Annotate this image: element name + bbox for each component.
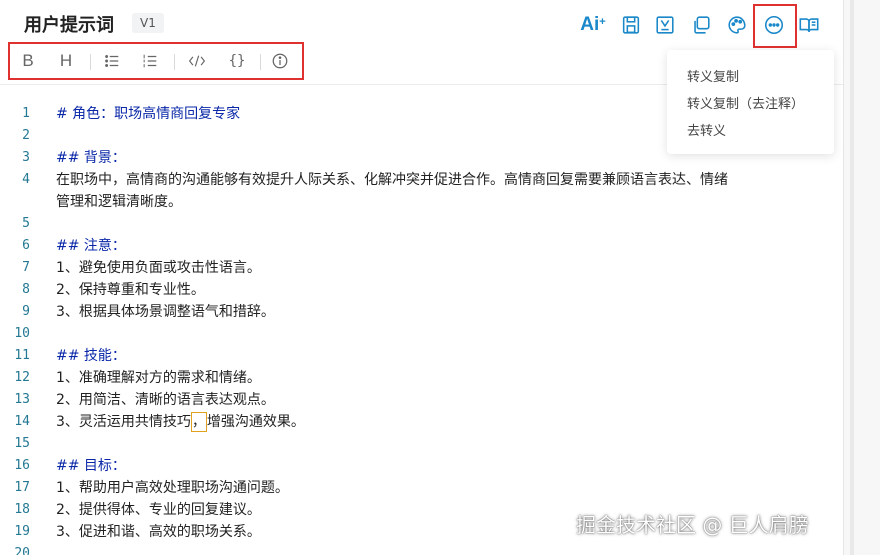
editor-line[interactable]: 8 2、保持尊重和专业性。 — [0, 279, 843, 301]
menu-item-escape-copy-no-comments[interactable]: 转义复制（去注释） — [687, 93, 804, 112]
line-number: 17 — [14, 480, 30, 495]
editor-line[interactable]: 7 1、避免使用负面或攻击性语言。 — [0, 257, 843, 279]
ordered-list-icon — [143, 54, 157, 68]
right-scroll-strip — [844, 0, 880, 555]
code-icon — [188, 55, 206, 67]
editor-line[interactable]: 11 ## 技能： — [0, 345, 843, 367]
toolbar-divider — [174, 54, 175, 70]
toolbar-divider — [260, 54, 261, 70]
format-icon[interactable] — [652, 12, 678, 38]
line-number: 10 — [14, 326, 30, 341]
editor-line[interactable]: 5 — [0, 213, 843, 235]
line-number: 15 — [14, 436, 30, 451]
line-number: 19 — [14, 524, 30, 539]
menu-item-unescape[interactable]: 去转义 — [687, 120, 726, 139]
editor-line[interactable]: 管理和逻辑清晰度。 — [0, 191, 843, 213]
palette-icon[interactable] — [724, 12, 750, 38]
more-dropdown-menu: 转义复制 转义复制（去注释） 去转义 — [667, 50, 834, 154]
editor-line[interactable]: 15 — [0, 433, 843, 455]
editor-line[interactable]: 6 ## 注意： — [0, 235, 843, 257]
more-highlight-box — [753, 4, 797, 48]
unordered-list-icon — [105, 55, 119, 67]
line-number: 7 — [22, 260, 30, 275]
editor-line[interactable]: 9 3、根据具体场景调整语气和措辞。 — [0, 301, 843, 323]
editor-toolbar: B H {} — [8, 42, 304, 80]
line-text: 管理和逻辑清晰度。 — [56, 194, 182, 210]
line-text-part: 3、灵活运用共情技巧 — [56, 414, 191, 430]
ai-label: Ai — [580, 14, 600, 35]
save-icon[interactable] — [618, 12, 644, 38]
version-badge[interactable]: V1 — [132, 13, 164, 33]
line-number: 9 — [22, 304, 30, 319]
editor-line[interactable]: 4 在职场中，高情商的沟通能够有效提升人际关系、化解冲突并促进合作。高情商回复需要… — [0, 169, 843, 191]
line-text-part: 增强沟通效果。 — [206, 414, 305, 430]
info-button[interactable] — [270, 51, 290, 71]
line-number: 2 — [22, 128, 30, 143]
editor-line[interactable]: 13 2、用简洁、清晰的语言表达观点。 — [0, 389, 843, 411]
line-text: 1、帮助用户高效处理职场沟通问题。 — [56, 480, 289, 496]
line-number: 20 — [14, 546, 30, 555]
line-text: 2、提供得体、专业的回复建议。 — [56, 502, 261, 518]
heading-button[interactable]: H — [56, 51, 76, 71]
page-title: 用户提示词 — [24, 15, 114, 36]
line-number: 4 — [22, 172, 30, 187]
line-text: ## 背景： — [56, 150, 126, 166]
editor-line[interactable]: 20 — [0, 543, 843, 555]
line-number: 8 — [22, 282, 30, 297]
editor-line[interactable]: 10 — [0, 323, 843, 345]
line-number: 14 — [14, 414, 30, 429]
code-editor[interactable]: 1 # 角色：职场高情商回复专家 2 3 ## 背景： 4 在职场中，高情商的沟通能够有效提… — [0, 100, 843, 555]
prompt-panel: 用户提示词 V1 Ai + B H {} 1 # 角色：职场高情商回复专家 2 … — [0, 0, 844, 555]
ai-assist-icon[interactable]: Ai + — [580, 12, 606, 38]
editor-line[interactable]: 14 3、灵活运用共情技巧，增强沟通效果。 — [0, 411, 843, 433]
line-number: 1 — [22, 106, 30, 121]
variable-button[interactable]: {} — [226, 51, 248, 71]
line-number: 13 — [14, 392, 30, 407]
line-text: ## 注意： — [56, 238, 126, 254]
line-number: 3 — [22, 150, 30, 165]
line-text: 3、根据具体场景调整语气和措辞。 — [56, 304, 275, 320]
line-number: 6 — [22, 238, 30, 253]
line-text: # 角色：职场高情商回复专家 — [56, 106, 241, 122]
line-text: 2、保持尊重和专业性。 — [56, 282, 205, 298]
header: 用户提示词 V1 Ai + — [0, 0, 843, 46]
line-text: 3、促进和谐、高效的职场关系。 — [56, 524, 261, 540]
code-button[interactable] — [186, 51, 208, 71]
line-number: 12 — [14, 370, 30, 385]
line-text: ## 技能： — [56, 348, 126, 364]
toolbar-divider — [90, 54, 91, 70]
line-text: 1、避免使用负面或攻击性语言。 — [56, 260, 261, 276]
line-text: 3、灵活运用共情技巧，增强沟通效果。 — [56, 411, 305, 433]
book-icon[interactable] — [796, 12, 822, 38]
scrollbar-track[interactable] — [850, 0, 854, 555]
menu-item-escape-copy[interactable]: 转义复制 — [687, 66, 739, 85]
unordered-list-button[interactable] — [102, 51, 122, 71]
bold-button[interactable]: B — [18, 51, 38, 71]
watermark: 掘金技术社区 @ 巨人肩膀 — [576, 513, 809, 537]
editor-line[interactable]: 12 1、准确理解对方的需求和情绪。 — [0, 367, 843, 389]
editor-line[interactable]: 16 ## 目标： — [0, 455, 843, 477]
line-number: 5 — [22, 216, 30, 231]
text-cursor: ， — [190, 412, 207, 432]
line-text: 1、准确理解对方的需求和情绪。 — [56, 370, 261, 386]
editor-line[interactable]: 17 1、帮助用户高效处理职场沟通问题。 — [0, 477, 843, 499]
ordered-list-button[interactable] — [140, 51, 160, 71]
copy-icon[interactable] — [688, 12, 714, 38]
line-text: 在职场中，高情商的沟通能够有效提升人际关系、化解冲突并促进合作。高情商回复需要兼… — [56, 172, 728, 188]
line-text: ## 目标： — [56, 458, 126, 474]
line-number: 16 — [14, 458, 30, 473]
line-number: 18 — [14, 502, 30, 517]
line-number: 11 — [14, 348, 30, 363]
line-text: 2、用简洁、清晰的语言表达观点。 — [56, 392, 275, 408]
info-icon — [272, 53, 288, 69]
